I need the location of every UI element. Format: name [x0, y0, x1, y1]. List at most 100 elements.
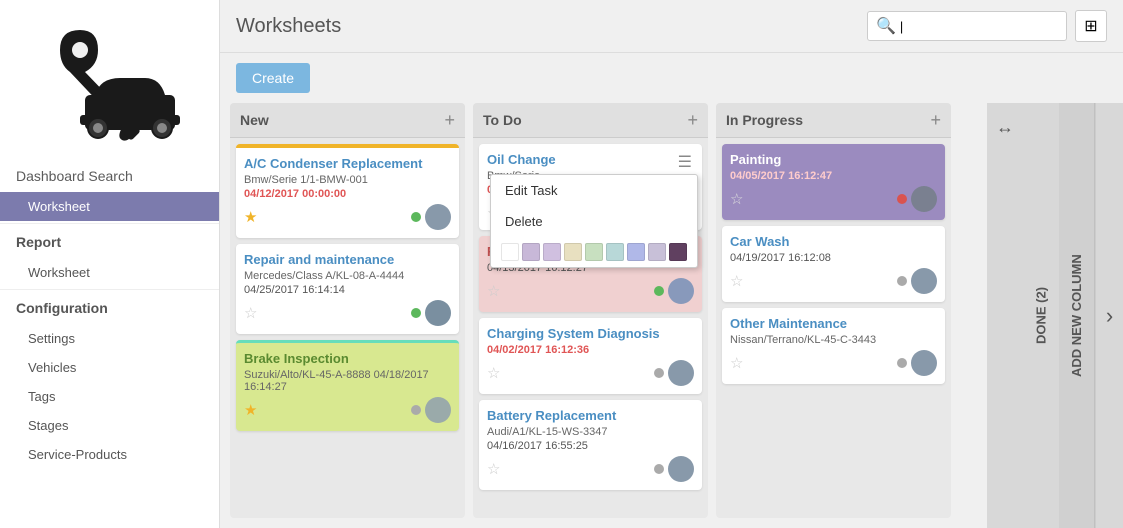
color-swatch-purple-light[interactable] — [543, 243, 561, 261]
column-add-progress[interactable]: + — [930, 111, 941, 129]
color-swatch-mauve[interactable] — [648, 243, 666, 261]
color-swatch-green-light[interactable] — [585, 243, 603, 261]
context-menu-oil: Edit Task Delete — [490, 174, 698, 268]
card-date-repair: 04/25/2017 16:14:14 — [244, 284, 451, 296]
card-subtitle-other: Nissan/Terrano/KL-45-C-3443 — [730, 334, 937, 346]
star-icon-battery[interactable]: ☆ — [487, 460, 500, 478]
card-footer-repair: ☆ — [244, 300, 451, 326]
avatar-painting — [911, 186, 937, 212]
star-icon-ac[interactable]: ★ — [244, 208, 257, 226]
sidebar-item-vehicles[interactable]: Vehicles — [0, 353, 219, 382]
topbar-right: 🔍 ⊞ — [867, 10, 1107, 42]
sidebar: Dashboard Search Worksheet Report Worksh… — [0, 0, 220, 528]
column-title-todo: To Do — [483, 112, 522, 128]
arrow-panel: ↔ — [987, 103, 1023, 528]
grid-icon: ⊞ — [1084, 16, 1097, 36]
card-title-other: Other Maintenance — [730, 316, 937, 331]
main-content: Worksheets 🔍 ⊞ Create New + — [220, 0, 1123, 528]
card-indicators-carwash — [897, 268, 937, 294]
color-palette — [491, 237, 697, 267]
card-footer-charging: ☆ — [487, 360, 694, 386]
sidebar-section-report[interactable]: Report — [0, 226, 219, 258]
avatar-ac — [425, 204, 451, 230]
card-car-wash: Car Wash 04/19/2017 16:12:08 ☆ — [722, 226, 945, 302]
kanban-board: New + A/C Condenser Replacement Bmw/Seri… — [220, 103, 987, 528]
avatar-repair — [425, 300, 451, 326]
card-indicators-repair — [411, 300, 451, 326]
context-menu-edit-task[interactable]: Edit Task — [491, 175, 697, 206]
card-footer-carwash: ☆ — [730, 268, 937, 294]
star-icon-fuel[interactable]: ☆ — [487, 282, 500, 300]
star-icon-brake[interactable]: ★ — [244, 401, 257, 419]
color-swatch-white[interactable] — [501, 243, 519, 261]
dot-green-ac — [411, 212, 421, 222]
star-icon-other[interactable]: ☆ — [730, 354, 743, 372]
card-date-carwash: 04/19/2017 16:12:08 — [730, 252, 937, 264]
sidebar-item-service-products[interactable]: Service-Products — [0, 440, 219, 469]
avatar-carwash — [911, 268, 937, 294]
card-subtitle-brake: Suzuki/Alto/KL-45-A-8888 04/18/2017 16:1… — [244, 369, 451, 393]
topbar: Worksheets 🔍 ⊞ — [220, 0, 1123, 53]
search-input[interactable] — [900, 19, 1060, 34]
context-menu-delete[interactable]: Delete — [491, 206, 697, 237]
card-footer-fuel: ☆ — [487, 278, 694, 304]
color-swatch-blue-light[interactable] — [627, 243, 645, 261]
card-title-repair: Repair and maintenance — [244, 252, 451, 267]
card-footer-battery: ☆ — [487, 456, 694, 482]
sidebar-item-stages[interactable]: Stages — [0, 411, 219, 440]
dot-gray-other — [897, 358, 907, 368]
card-title-charging: Charging System Diagnosis — [487, 326, 694, 341]
create-button[interactable]: Create — [236, 63, 310, 93]
card-oil-change: Oil Change Bmw/Serie... 04/05/2017... ☰ … — [479, 144, 702, 230]
arrow-left-right-button[interactable]: ↔ — [989, 111, 1021, 143]
card-footer-painting: ☆ — [730, 186, 937, 212]
card-title-oil: Oil Change — [487, 152, 556, 167]
done-panel[interactable]: DONE (2) — [1023, 103, 1059, 528]
column-cards-progress: Painting 04/05/2017 16:12:47 ☆ Car Was — [716, 138, 951, 518]
column-todo: To Do + Oil Change Bmw/Serie... 04/05/20… — [473, 103, 708, 518]
search-icon: 🔍 — [876, 16, 896, 36]
color-swatch-teal-light[interactable] — [606, 243, 624, 261]
card-indicators-fuel — [654, 278, 694, 304]
grid-view-button[interactable]: ⊞ — [1075, 10, 1107, 42]
dot-red-painting — [897, 194, 907, 204]
avatar-battery — [668, 456, 694, 482]
column-title-new: New — [240, 112, 269, 128]
dot-gray-brake — [411, 405, 421, 415]
page-title: Worksheets — [236, 15, 341, 38]
sidebar-item-tags[interactable]: Tags — [0, 382, 219, 411]
column-title-progress: In Progress — [726, 112, 803, 128]
star-icon-charging[interactable]: ☆ — [487, 364, 500, 382]
star-icon-repair[interactable]: ☆ — [244, 304, 257, 322]
column-add-todo[interactable]: + — [687, 111, 698, 129]
color-swatch-cream[interactable] — [564, 243, 582, 261]
sidebar-section-configuration[interactable]: Configuration — [0, 292, 219, 324]
star-icon-carwash[interactable]: ☆ — [730, 272, 743, 290]
column-in-progress: In Progress + Painting 04/05/2017 16:12:… — [716, 103, 951, 518]
search-box[interactable]: 🔍 — [867, 11, 1067, 41]
sidebar-item-worksheet-report[interactable]: Worksheet — [0, 258, 219, 287]
nav-divider-2 — [0, 289, 219, 290]
card-indicators-battery — [654, 456, 694, 482]
column-add-new[interactable]: + — [444, 111, 455, 129]
column-header-todo: To Do + — [473, 103, 708, 138]
sidebar-item-settings[interactable]: Settings — [0, 324, 219, 353]
context-menu-trigger-oil[interactable]: ☰ — [676, 152, 694, 172]
card-title-carwash: Car Wash — [730, 234, 937, 249]
card-footer-other: ☆ — [730, 350, 937, 376]
avatar-charging — [668, 360, 694, 386]
sidebar-item-worksheet-active[interactable]: Worksheet — [0, 192, 219, 221]
card-subtitle-repair: Mercedes/Class A/KL-08-A-4444 — [244, 270, 451, 282]
star-icon-painting[interactable]: ☆ — [730, 190, 743, 208]
card-footer-ac: ★ — [244, 204, 451, 230]
color-swatch-dark-purple[interactable] — [669, 243, 687, 261]
sidebar-item-dashboard-search[interactable]: Dashboard Search — [0, 160, 219, 192]
chevron-right-button[interactable]: › — [1095, 103, 1123, 528]
add-new-column-panel[interactable]: ADD NEW COLUMN — [1059, 103, 1095, 528]
card-battery: Battery Replacement Audi/A1/KL-15-WS-334… — [479, 400, 702, 490]
logo-area — [0, 0, 219, 160]
card-subtitle-ac: Bmw/Serie 1/1-BMW-001 — [244, 174, 451, 186]
color-swatch-lavender[interactable] — [522, 243, 540, 261]
nav-divider — [0, 223, 219, 224]
dot-green-fuel — [654, 286, 664, 296]
